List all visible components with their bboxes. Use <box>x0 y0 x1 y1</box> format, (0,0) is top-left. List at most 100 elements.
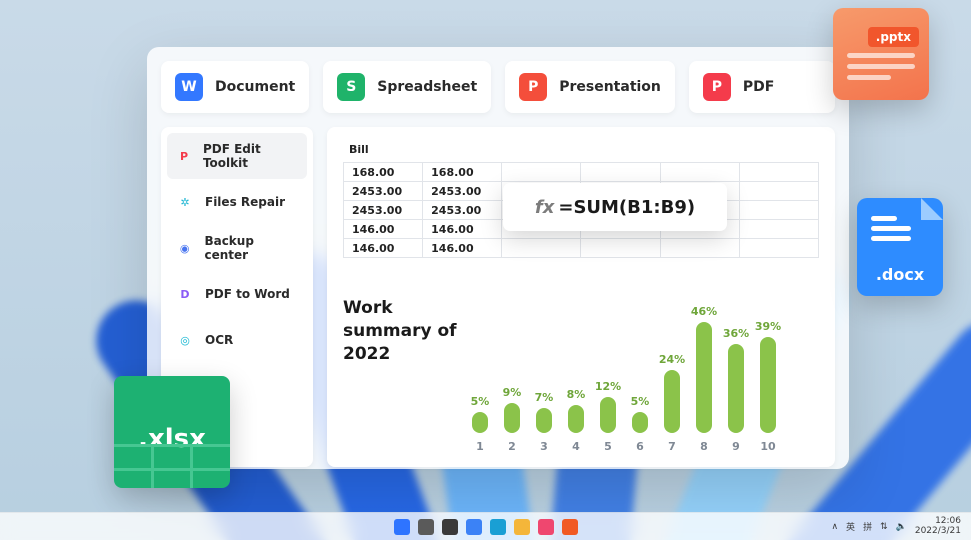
cell[interactable] <box>739 239 818 258</box>
cell[interactable]: 2453.00 <box>344 201 423 220</box>
pptx-badge: .pptx <box>833 8 929 100</box>
bar-x-label: 1 <box>471 440 489 453</box>
task-view-icon[interactable] <box>442 519 458 535</box>
sidebar-item-pdf-edit-toolkit-icon: P <box>175 146 193 166</box>
pdf-button[interactable]: PPDF <box>689 61 835 113</box>
taskbar[interactable]: ∧ 英 拼 ⇅ 🔈 12:06 2022/3/21 <box>0 512 971 540</box>
bar-value-label: 12% <box>595 380 621 393</box>
cell[interactable] <box>660 163 739 182</box>
taskbar-clock[interactable]: 12:06 2022/3/21 <box>915 517 961 536</box>
bar-5: 12% <box>599 380 617 433</box>
document-button-label: Document <box>215 79 295 95</box>
bar-x-label: 9 <box>727 440 745 453</box>
app-window: WDocumentSSpreadsheetPPresentationPPDF P… <box>147 47 849 469</box>
search-icon[interactable] <box>418 519 434 535</box>
taskbar-tray[interactable]: ∧ 英 拼 ⇅ 🔈 12:06 2022/3/21 <box>831 517 961 536</box>
spreadsheet-button[interactable]: SSpreadsheet <box>323 61 491 113</box>
cell[interactable] <box>739 163 818 182</box>
cell[interactable]: 146.00 <box>423 239 502 258</box>
bar-3: 7% <box>535 391 553 433</box>
bar-x-label: 5 <box>599 440 617 453</box>
bar <box>536 408 552 433</box>
presentation-button-label: Presentation <box>559 79 661 95</box>
sidebar-item-files-repair[interactable]: ✲Files Repair <box>167 179 307 225</box>
pptx-lines-icon <box>847 53 914 80</box>
bar <box>632 412 648 433</box>
bar <box>728 344 744 433</box>
cell[interactable]: 168.00 <box>423 163 502 182</box>
cell[interactable] <box>739 220 818 239</box>
main-panel: Bill 168.00168.002453.002453.002453.0024… <box>327 127 835 467</box>
spreadsheet-button-icon: S <box>337 73 365 101</box>
bar <box>760 337 776 433</box>
sidebar-item-backup-center[interactable]: ◉ Backup center <box>167 225 307 271</box>
bar-7: 24% <box>663 353 681 433</box>
sidebar-item-pdf-edit-toolkit-label: PDF Edit Toolkit <box>203 142 299 170</box>
bar <box>600 397 616 433</box>
start-icon[interactable] <box>394 519 410 535</box>
tray-lang2[interactable]: 拼 <box>863 520 872 533</box>
top-nav: WDocument SSpreadsheet PPresentation PPDF <box>161 61 835 113</box>
bar-value-label: 36% <box>723 327 749 340</box>
chart-block: Work summary of 2022 5%19%27%38%412%55%6… <box>343 291 819 453</box>
presentation-button[interactable]: PPresentation <box>505 61 675 113</box>
cell[interactable] <box>502 163 581 182</box>
sidebar-item-ocr[interactable]: ◎OCR <box>167 317 307 363</box>
bar-4: 8% <box>567 388 585 433</box>
tray-lang1[interactable]: 英 <box>846 520 855 533</box>
cell[interactable]: 2453.00 <box>344 182 423 201</box>
bar <box>568 405 584 433</box>
sidebar-item-backup-center-icon: ◉ <box>175 238 194 258</box>
tray-sound-icon[interactable]: 🔈 <box>896 522 907 532</box>
sheet-title: Bill <box>343 141 819 162</box>
wps-icon[interactable] <box>562 519 578 535</box>
cell[interactable] <box>581 239 660 258</box>
xlsx-grid-icon <box>114 444 230 488</box>
sidebar-item-ocr-label: OCR <box>205 333 233 347</box>
cell[interactable] <box>581 163 660 182</box>
bar <box>504 403 520 433</box>
tray-chevron-icon[interactable]: ∧ <box>831 522 838 532</box>
cell[interactable]: 146.00 <box>344 220 423 239</box>
bar-10: 39% <box>759 320 777 433</box>
sidebar-item-pdf-to-word-label: PDF to Word <box>205 287 290 301</box>
sidebar-item-pdf-edit-toolkit[interactable]: P PDF Edit Toolkit <box>167 133 307 179</box>
widgets-icon[interactable] <box>466 519 482 535</box>
cell[interactable] <box>739 201 818 220</box>
bar-x-label: 2 <box>503 440 521 453</box>
bar-x-label: 6 <box>631 440 649 453</box>
bar-value-label: 5% <box>631 395 650 408</box>
document-button[interactable]: WDocument <box>161 61 309 113</box>
edge-icon[interactable] <box>490 519 506 535</box>
bar <box>472 412 488 433</box>
cell[interactable]: 2453.00 <box>423 182 502 201</box>
formula-text: =SUM(B1:B9) <box>558 197 695 218</box>
bar <box>696 322 712 433</box>
pdf-button-label: PDF <box>743 79 774 95</box>
bar-value-label: 9% <box>503 386 522 399</box>
bar-9: 36% <box>727 327 745 433</box>
taskbar-center <box>394 519 578 535</box>
formula-prefix: fx <box>535 197 554 218</box>
tray-network-icon[interactable]: ⇅ <box>880 522 888 532</box>
sidebar-item-pdf-to-word[interactable]: DPDF to Word <box>167 271 307 317</box>
cell[interactable]: 2453.00 <box>423 201 502 220</box>
bar <box>664 370 680 433</box>
docx-badge: .docx <box>857 198 943 296</box>
cell[interactable] <box>660 239 739 258</box>
docx-lines-icon <box>871 216 911 241</box>
cell[interactable]: 146.00 <box>344 239 423 258</box>
cell[interactable]: 168.00 <box>344 163 423 182</box>
clock-date: 2022/3/21 <box>915 527 961 536</box>
store-icon[interactable] <box>538 519 554 535</box>
xlsx-badge: .xlsx <box>114 376 230 488</box>
cell[interactable] <box>502 239 581 258</box>
bar-chart: 5%19%27%38%412%55%624%746%836%939%10 <box>471 291 819 453</box>
bar-2: 9% <box>503 386 521 433</box>
cell[interactable]: 146.00 <box>423 220 502 239</box>
sidebar-item-backup-center-label: Backup center <box>204 234 299 262</box>
bar-x-label: 4 <box>567 440 585 453</box>
file-explorer-icon[interactable] <box>514 519 530 535</box>
bar-x-label: 3 <box>535 440 553 453</box>
cell[interactable] <box>739 182 818 201</box>
